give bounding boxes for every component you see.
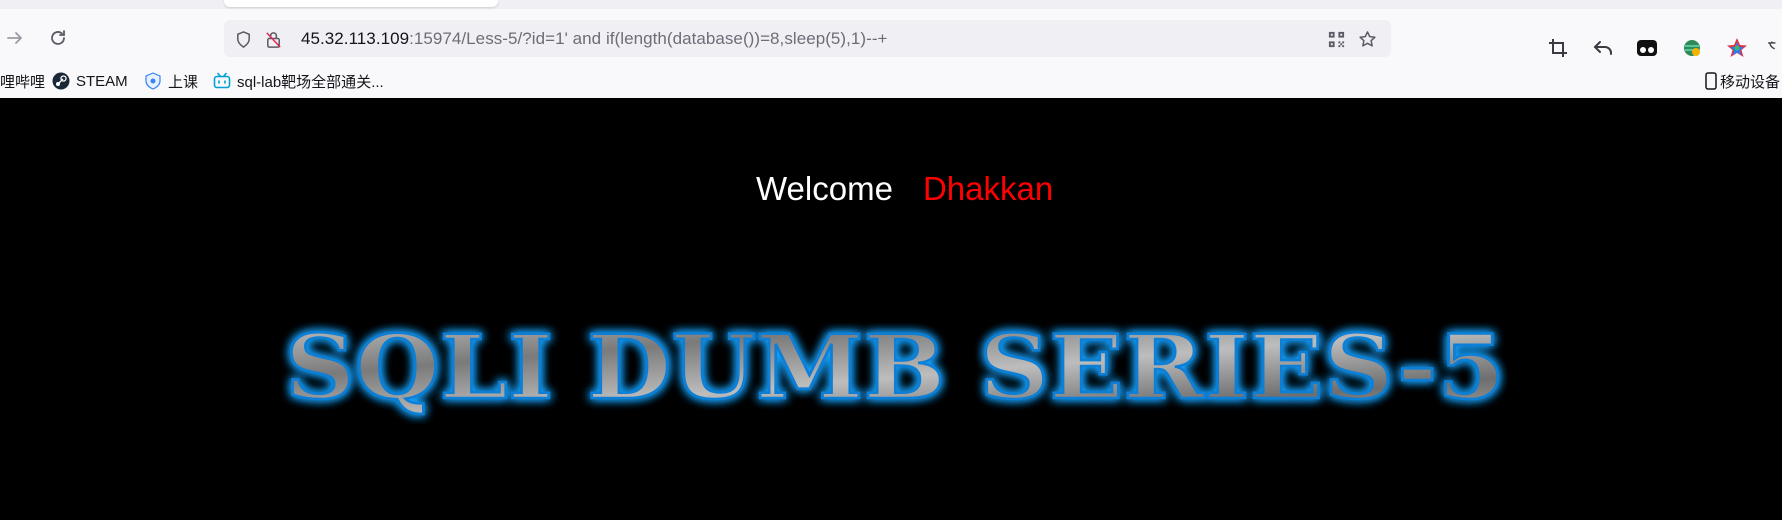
page-content: Welcome Dhakkan SQLI DUMB SERIES-5 xyxy=(0,98,1782,520)
bookmark-item[interactable]: 上课 xyxy=(144,69,198,93)
navigation-toolbar: 45.32.113.109:15974/Less-5/?id=1' and if… xyxy=(0,11,1782,63)
browser-chrome: 45.32.113.109:15974/Less-5/?id=1' and if… xyxy=(0,0,1782,98)
active-tab[interactable] xyxy=(224,0,498,7)
banner-title-image: SQLI DUMB SERIES-5 xyxy=(270,306,1520,424)
welcome-name: Dhakkan xyxy=(922,170,1054,207)
bookmark-label: 上课 xyxy=(168,73,199,91)
bookmark-item[interactable]: STEAM xyxy=(52,69,128,93)
insecure-lock-icon[interactable] xyxy=(262,28,284,50)
bookmarks-toolbar: 哩哔哩 STEAM 上课 sql-lab靶场全部通关... 移动设备 xyxy=(0,66,1782,96)
undo-icon[interactable] xyxy=(1590,35,1616,61)
forward-button[interactable] xyxy=(0,23,30,53)
reload-icon xyxy=(51,30,65,45)
mobile-bookmarks[interactable]: 移动设备 xyxy=(1705,69,1780,93)
color-star-icon[interactable] xyxy=(1724,35,1750,61)
mobile-bookmarks-label: 移动设备 xyxy=(1720,73,1781,91)
banner-title-text: SQLI DUMB SERIES-5 xyxy=(285,315,1505,419)
welcome-heading: Welcome Dhakkan xyxy=(756,170,1053,208)
bookmark-item[interactable]: 哩哔哩 xyxy=(0,69,45,93)
qr-code-icon[interactable] xyxy=(1325,28,1347,50)
steam-icon xyxy=(52,72,70,90)
crop-icon[interactable] xyxy=(1545,35,1571,61)
tampermonkey-icon[interactable] xyxy=(1634,35,1660,61)
bookmark-item[interactable]: sql-lab靶场全部通关... xyxy=(213,69,384,93)
bookmark-label: STEAM xyxy=(76,72,128,90)
bookmark-label: sql-lab靶场全部通关... xyxy=(237,73,384,91)
reload-button[interactable] xyxy=(43,23,73,53)
url-text[interactable]: 45.32.113.109:15974/Less-5/?id=1' and if… xyxy=(301,29,888,49)
bilibili-tv-icon xyxy=(213,72,231,90)
arrow-right-icon xyxy=(7,32,22,44)
globe-download-icon[interactable] xyxy=(1679,35,1705,61)
bookmark-star-icon[interactable] xyxy=(1356,28,1378,50)
tab-strip xyxy=(0,0,1782,9)
welcome-text: Welcome xyxy=(756,170,893,207)
bookmark-label: 哩哔哩 xyxy=(0,73,46,91)
shield-icon xyxy=(144,72,162,90)
mobile-device-icon xyxy=(1705,72,1717,90)
translate-icon[interactable] xyxy=(1766,35,1782,61)
address-bar[interactable]: 45.32.113.109:15974/Less-5/?id=1' and if… xyxy=(224,20,1391,57)
tracking-protection-shield-icon[interactable] xyxy=(232,28,254,50)
